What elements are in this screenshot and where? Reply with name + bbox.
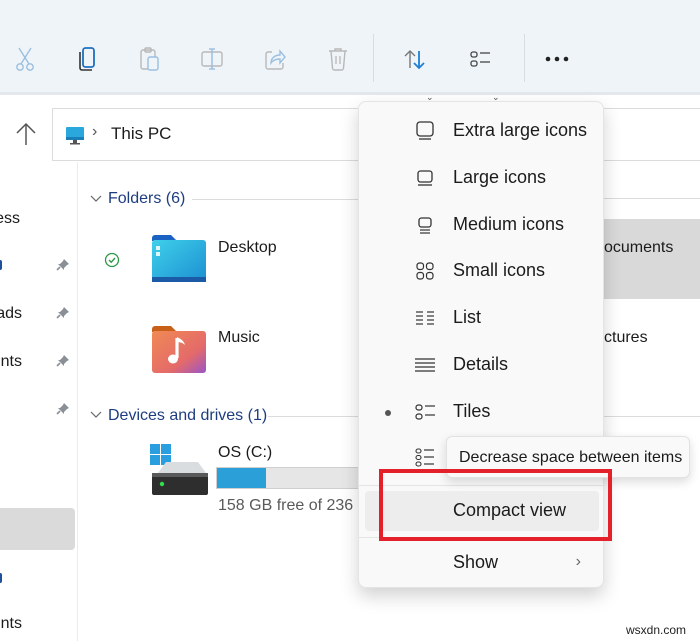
copy-button[interactable] xyxy=(72,42,102,76)
folder-name: ctures xyxy=(604,329,648,346)
menu-item-large-icons[interactable]: Large icons xyxy=(365,158,599,198)
command-bar: ⌄ ⌄ xyxy=(0,0,700,102)
folder-name: Desktop xyxy=(218,239,277,256)
toolbar-separator xyxy=(524,34,525,82)
pin-icon xyxy=(56,403,69,415)
drive-c[interactable] xyxy=(148,443,210,495)
details-icon xyxy=(415,358,435,372)
desktop-folder-icon xyxy=(152,235,206,282)
sort-icon xyxy=(404,50,425,70)
sidebar-item-icon xyxy=(0,573,2,583)
sidebar-item-this-pc[interactable] xyxy=(0,508,75,550)
sidebar-item-icon xyxy=(0,260,2,270)
tiles-icon xyxy=(415,404,435,420)
small-icons-icon xyxy=(416,262,434,280)
drive-name: OS (C:) xyxy=(218,444,273,461)
sidebar-item-recents[interactable]: ents xyxy=(0,612,78,641)
toolbar-separator xyxy=(373,34,374,82)
file-explorer-window: ⌄ ⌄ › This PC ess ads ents xyxy=(0,0,700,641)
list-icon xyxy=(416,311,434,325)
folder-name: ocuments xyxy=(604,239,674,256)
more-icon xyxy=(545,56,569,62)
divider xyxy=(192,199,362,200)
medium-icons-icon xyxy=(418,217,432,234)
pin-icon xyxy=(56,259,69,271)
scissors-icon xyxy=(16,47,34,71)
chevron-down-icon[interactable] xyxy=(90,409,102,421)
watermark: wsxdn.com xyxy=(626,623,687,637)
sidebar-item-quick-access[interactable]: ess xyxy=(0,207,78,237)
view-icon xyxy=(470,51,490,67)
folder-documents-tile[interactable] xyxy=(604,219,700,299)
devices-section-header[interactable]: Devices and drives (1) xyxy=(108,407,267,425)
more-options-button[interactable] xyxy=(542,42,572,76)
folder-music[interactable] xyxy=(150,323,208,375)
divider xyxy=(604,416,700,417)
rename-button[interactable] xyxy=(197,42,227,76)
delete-button[interactable] xyxy=(323,42,353,76)
rename-icon xyxy=(201,48,223,70)
view-button[interactable]: ⌄ xyxy=(460,42,502,102)
highlight-annotation xyxy=(379,469,612,541)
chevron-right-icon: › xyxy=(575,553,581,570)
divider xyxy=(604,198,700,199)
paste-icon xyxy=(140,47,159,71)
drive-usage-bar xyxy=(216,467,366,489)
large-icons-icon xyxy=(417,170,433,186)
sort-button[interactable]: ⌄ xyxy=(394,42,436,102)
cut-button[interactable] xyxy=(10,42,40,76)
folder-desktop[interactable] xyxy=(150,232,208,284)
share-button[interactable] xyxy=(260,42,290,76)
arrow-up-icon xyxy=(16,122,36,145)
folder-name: Music xyxy=(218,329,260,346)
pin-icon xyxy=(56,355,69,367)
selected-indicator xyxy=(385,410,391,416)
menu-item-small-icons[interactable]: Small icons xyxy=(365,251,599,291)
sync-status-icon xyxy=(104,252,120,268)
pin-icon xyxy=(56,307,69,319)
divider xyxy=(604,160,700,161)
drive-usage-fill xyxy=(217,468,266,488)
this-pc-icon xyxy=(66,127,84,145)
sidebar-item-network[interactable] xyxy=(0,565,78,595)
drive-icon xyxy=(150,444,208,495)
menu-item-tiles[interactable]: Tiles xyxy=(365,392,599,432)
share-icon xyxy=(265,49,286,70)
trash-icon xyxy=(329,48,347,71)
breadcrumb-this-pc[interactable]: This PC xyxy=(111,124,171,144)
sidebar-item-documents[interactable]: ents xyxy=(0,348,78,378)
copy-icon xyxy=(79,47,95,71)
menu-item-medium-icons[interactable]: Medium icons xyxy=(365,205,599,245)
content-icon xyxy=(415,448,434,467)
breadcrumb-chevron-icon: › xyxy=(92,123,98,140)
drive-free-space: 158 GB free of 236 G xyxy=(218,497,371,514)
sidebar-item-downloads[interactable]: ads xyxy=(0,300,78,330)
menu-item-details[interactable]: Details xyxy=(365,345,599,385)
up-button[interactable] xyxy=(12,120,40,148)
menu-item-list[interactable]: List xyxy=(365,298,599,338)
divider xyxy=(268,416,362,417)
music-folder-icon xyxy=(152,326,206,373)
chevron-down-icon[interactable] xyxy=(90,193,102,205)
sidebar-item-pictures[interactable] xyxy=(0,396,78,426)
sidebar-item-desktop[interactable] xyxy=(0,252,78,282)
folders-section-header[interactable]: Folders (6) xyxy=(108,190,185,208)
menu-item-extra-large-icons[interactable]: Extra large icons xyxy=(365,111,599,151)
extra-large-icons-icon xyxy=(416,121,434,140)
menu-item-show[interactable]: Show › xyxy=(365,543,599,583)
paste-button[interactable] xyxy=(135,42,165,76)
